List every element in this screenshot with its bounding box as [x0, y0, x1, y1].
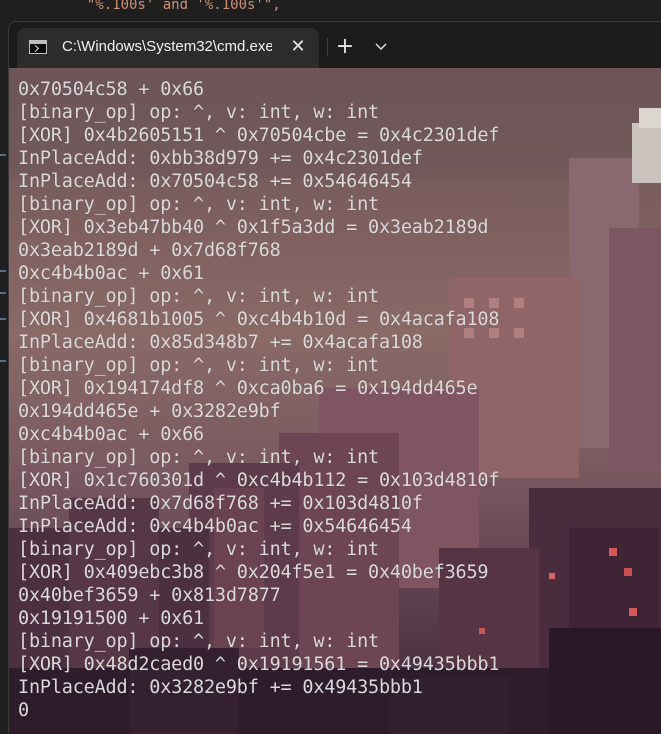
- close-icon[interactable]: ✕: [287, 36, 309, 58]
- editor-gutter-mark: [0, 318, 6, 320]
- terminal-window: C:\Windows\System32\cmd.exe ✕ + 0x70504c…: [8, 21, 661, 734]
- terminal-line: [XOR] 0x409ebc3b8 ^ 0x204f5e1 = 0x40bef3…: [18, 562, 489, 583]
- terminal-line: 0xc4b4b0ac + 0x61: [18, 263, 204, 284]
- terminal-line: [XOR] 0x48d2caed0 ^ 0x19191561 = 0x49435…: [18, 654, 500, 675]
- terminal-line: [XOR] 0x3eb47bb40 ^ 0x1f5a3dd = 0x3eab21…: [18, 217, 489, 238]
- terminal-line: 0x3eab2189d + 0x7d68f768: [18, 240, 281, 261]
- terminal-line: 0: [18, 700, 29, 721]
- cmd-prompt-icon: [29, 40, 47, 54]
- plus-icon[interactable]: +: [331, 34, 359, 60]
- terminal-line: InPlaceAdd: 0x70504c58 += 0x54646454: [18, 171, 412, 192]
- editor-gutter-mark: [0, 270, 6, 272]
- terminal-line: 0x194dd465e + 0x3282e9bf: [18, 401, 281, 422]
- terminal-line: [binary_op] op: ^, v: int, w: int: [18, 194, 379, 215]
- terminal-line: InPlaceAdd: 0x85d348b7 += 0x4acafa108: [18, 332, 423, 353]
- terminal-line: 0xc4b4b0ac + 0x66: [18, 424, 204, 445]
- background-editor-code-line: "%.100s' and '%.100s'",: [0, 0, 661, 20]
- terminal-line: InPlaceAdd: 0xbb38d979 += 0x4c2301def: [18, 148, 423, 169]
- terminal-line: 0x19191500 + 0x61: [18, 608, 204, 629]
- terminal-line: [XOR] 0x194174df8 ^ 0xca0ba6 = 0x194dd46…: [18, 378, 478, 399]
- terminal-titlebar[interactable]: C:\Windows\System32\cmd.exe ✕ +: [9, 22, 661, 68]
- terminal-line: 0x40bef3659 + 0x813d7877: [18, 585, 281, 606]
- terminal-output-area[interactable]: 0x70504c58 + 0x66 [binary_op] op: ^, v: i…: [9, 68, 661, 734]
- terminal-line: [binary_op] op: ^, v: int, w: int: [18, 631, 379, 652]
- terminal-line: InPlaceAdd: 0x7d68f768 += 0x103d4810f: [18, 493, 423, 514]
- terminal-line: [binary_op] op: ^, v: int, w: int: [18, 286, 379, 307]
- editor-gutter-mark: [0, 360, 6, 362]
- terminal-line: [binary_op] op: ^, v: int, w: int: [18, 102, 379, 123]
- terminal-line: [binary_op] op: ^, v: int, w: int: [18, 539, 379, 560]
- editor-gutter-mark: [0, 292, 6, 294]
- terminal-line: [XOR] 0x4681b1005 ^ 0xc4b4b10d = 0x4acaf…: [18, 309, 500, 330]
- terminal-line: [XOR] 0x1c760301d ^ 0xc4b4b112 = 0x103d4…: [18, 470, 500, 491]
- terminal-line: [XOR] 0x4b2605151 ^ 0x70504cbe = 0x4c230…: [18, 125, 500, 146]
- editor-gutter-mark: [0, 154, 6, 156]
- terminal-text: 0x70504c58 + 0x66 [binary_op] op: ^, v: i…: [18, 78, 658, 722]
- terminal-line: 0x70504c58 + 0x66: [18, 79, 204, 100]
- terminal-line: [binary_op] op: ^, v: int, w: int: [18, 355, 379, 376]
- terminal-line: InPlaceAdd: 0x3282e9bf += 0x49435bbb1: [18, 677, 423, 698]
- screen: "%.100s' and '%.100s'", C:\Windows\Syste…: [0, 0, 661, 734]
- terminal-line: [binary_op] op: ^, v: int, w: int: [18, 447, 379, 468]
- tab-title: C:\Windows\System32\cmd.exe: [62, 38, 272, 55]
- editor-code-snippet: "%.100s' and '%.100s'",: [70, 0, 281, 13]
- terminal-tab[interactable]: C:\Windows\System32\cmd.exe ✕: [17, 28, 319, 68]
- chevron-down-icon[interactable]: [367, 34, 395, 60]
- terminal-line: InPlaceAdd: 0xc4b4b0ac += 0x54646454: [18, 516, 412, 537]
- titlebar-separator: [327, 38, 328, 56]
